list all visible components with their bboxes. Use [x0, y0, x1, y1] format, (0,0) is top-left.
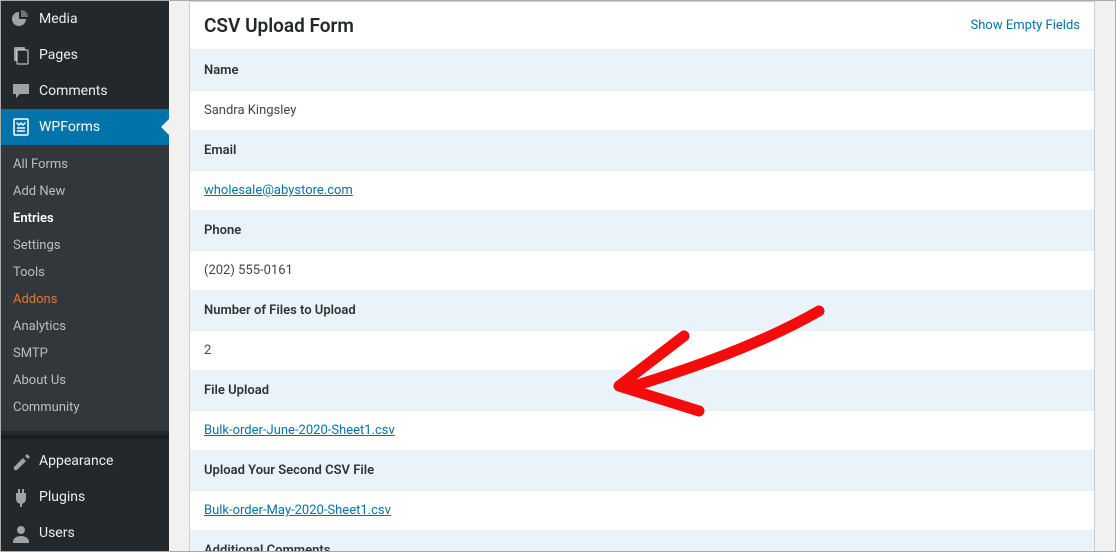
sidebar-item-label: WPForms [39, 119, 100, 135]
sidebar-item-label: Pages [39, 47, 78, 63]
field-label: Number of Files to Upload [190, 290, 1094, 330]
panel-title: CSV Upload Form [204, 14, 354, 37]
field-value: (202) 555-0161 [190, 250, 1094, 290]
field-label: Name [190, 50, 1094, 90]
field-label: File Upload [190, 370, 1094, 410]
field-label: Upload Your Second CSV File [190, 450, 1094, 490]
plugins-icon [11, 487, 31, 507]
sidebar-item-comments[interactable]: Comments [1, 73, 169, 109]
admin-sidebar: Media Pages Comments WPForms All FormsAdd N… [1, 1, 169, 551]
field-label: Email [190, 130, 1094, 170]
submenu-item-add-new[interactable]: Add New [1, 178, 169, 205]
show-empty-fields-link[interactable]: Show Empty Fields [971, 18, 1080, 33]
sidebar-item-label: Media [39, 11, 78, 27]
submenu-item-tools[interactable]: Tools [1, 259, 169, 286]
field-value: Bulk-order-May-2020-Sheet1.csv [190, 490, 1094, 530]
field-link[interactable]: wholesale@abystore.com [204, 183, 353, 198]
sidebar-item-wpforms[interactable]: WPForms [1, 109, 169, 145]
sidebar-item-users[interactable]: Users [1, 515, 169, 551]
submenu-item-community[interactable]: Community [1, 394, 169, 421]
sidebar-item-media[interactable]: Media [1, 1, 169, 37]
submenu-item-about-us[interactable]: About Us [1, 367, 169, 394]
users-icon [11, 523, 31, 543]
field-value: Bulk-order-June-2020-Sheet1.csv [190, 410, 1094, 450]
field-label: Phone [190, 210, 1094, 250]
field-label: Additional Comments [190, 530, 1094, 551]
sidebar-item-label: Users [39, 525, 75, 541]
media-icon [11, 9, 31, 29]
submenu-item-entries[interactable]: Entries [1, 205, 169, 232]
field-link[interactable]: Bulk-order-June-2020-Sheet1.csv [204, 423, 395, 438]
wpforms-submenu: All FormsAdd NewEntriesSettingsToolsAddo… [1, 145, 169, 431]
submenu-item-addons[interactable]: Addons [1, 286, 169, 313]
main-content: CSV Upload Form Show Empty Fields NameSa… [169, 1, 1115, 551]
submenu-item-analytics[interactable]: Analytics [1, 313, 169, 340]
panel-header: CSV Upload Form Show Empty Fields [190, 2, 1094, 50]
sidebar-item-label: Plugins [39, 489, 85, 505]
pages-icon [11, 45, 31, 65]
sidebar-item-pages[interactable]: Pages [1, 37, 169, 73]
field-value: Sandra Kingsley [190, 90, 1094, 130]
sidebar-divider [1, 435, 169, 439]
submenu-item-all-forms[interactable]: All Forms [1, 151, 169, 178]
field-link[interactable]: Bulk-order-May-2020-Sheet1.csv [204, 503, 391, 518]
entry-panel: CSV Upload Form Show Empty Fields NameSa… [189, 1, 1095, 551]
sidebar-item-label: Comments [39, 83, 108, 99]
wpforms-icon [11, 117, 31, 137]
comments-icon [11, 81, 31, 101]
sidebar-item-label: Appearance [39, 453, 113, 469]
appearance-icon [11, 451, 31, 471]
sidebar-item-plugins[interactable]: Plugins [1, 479, 169, 515]
sidebar-item-appearance[interactable]: Appearance [1, 443, 169, 479]
submenu-item-smtp[interactable]: SMTP [1, 340, 169, 367]
field-value: 2 [190, 330, 1094, 370]
field-value: wholesale@abystore.com [190, 170, 1094, 210]
submenu-item-settings[interactable]: Settings [1, 232, 169, 259]
